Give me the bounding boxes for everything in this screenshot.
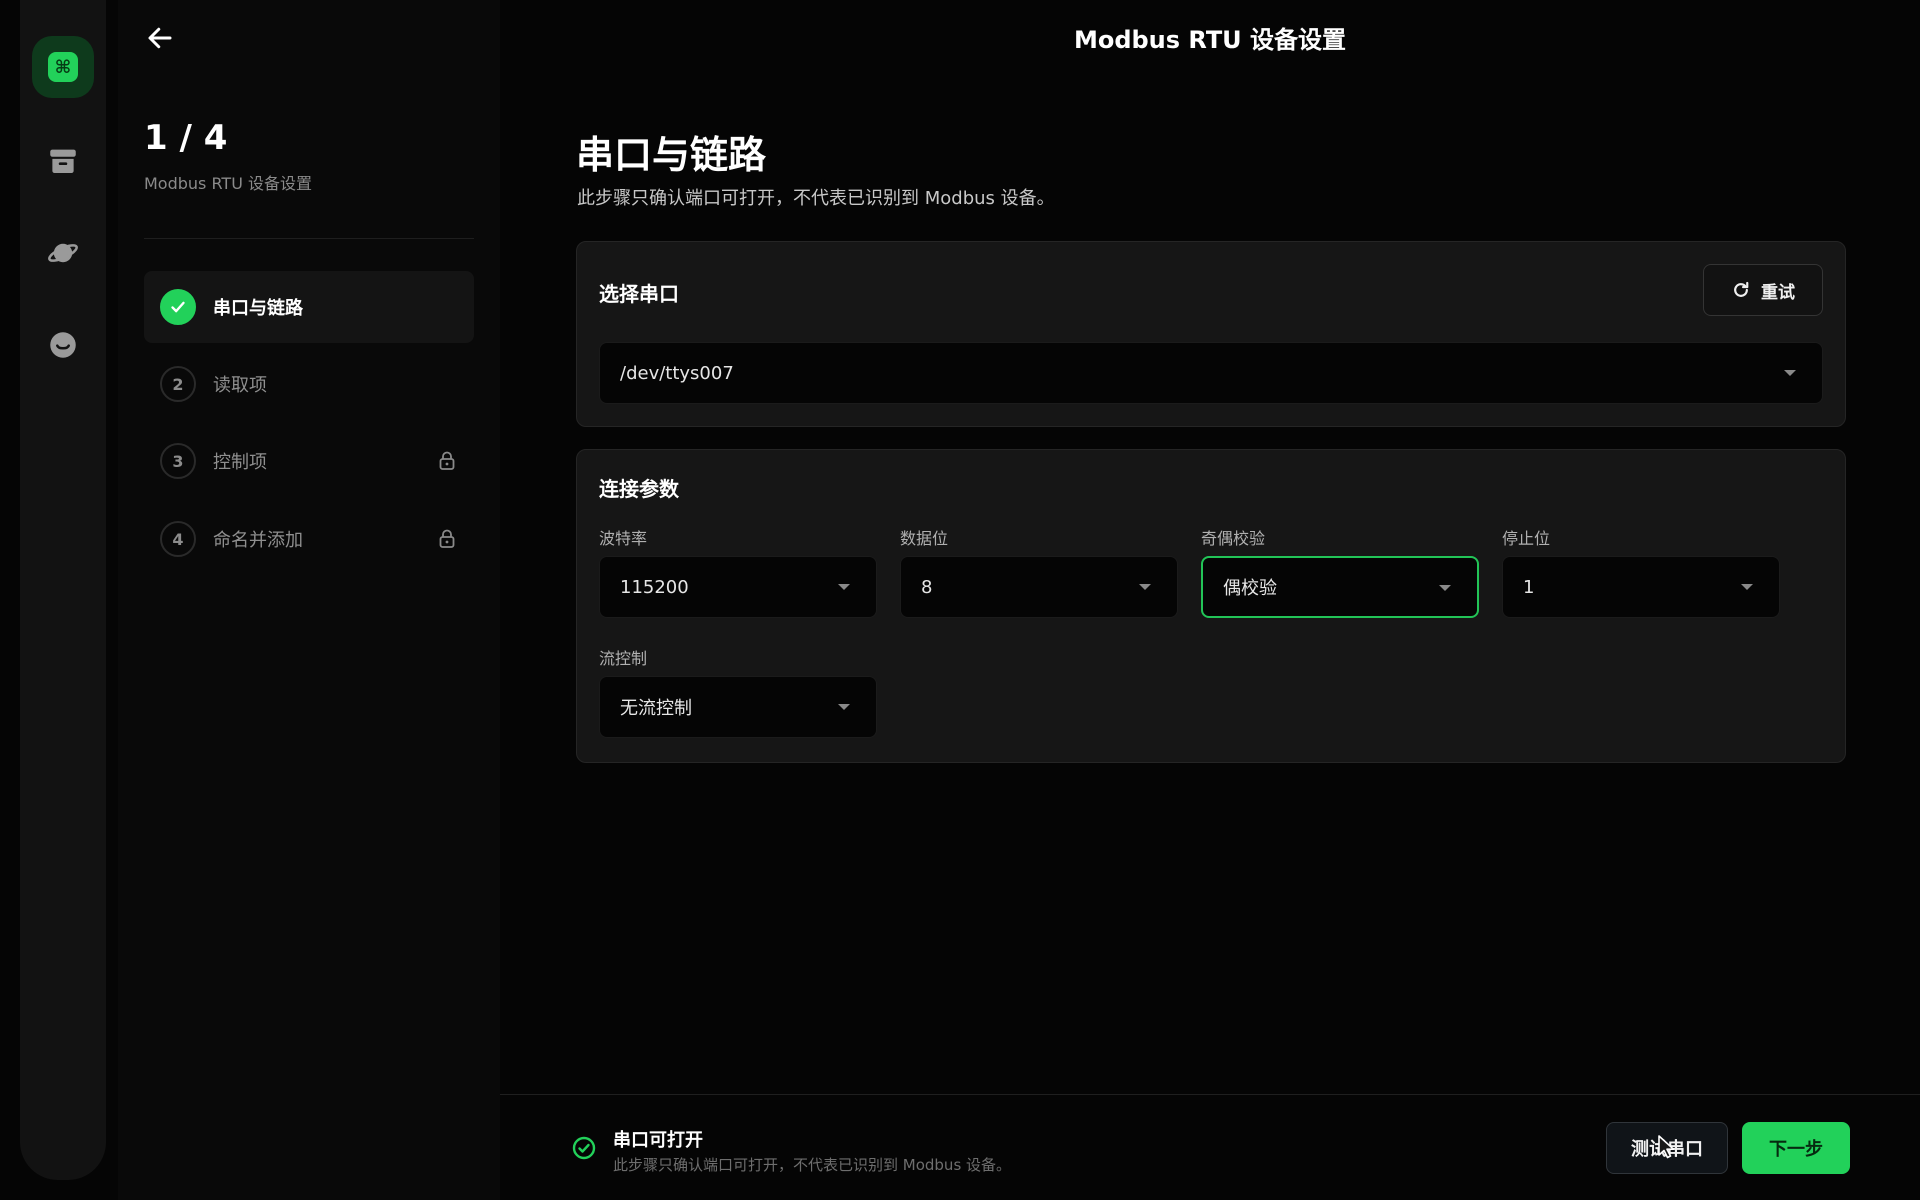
params-card: 连接参数 波特率 115200 数据位 8 奇偶校验 偶校验 停止位 1 流控制…: [576, 449, 1846, 763]
rail-archive-button[interactable]: [32, 130, 94, 192]
retry-button[interactable]: 重试: [1703, 264, 1823, 316]
step-progress: 1 / 4: [144, 118, 228, 158]
chevron-down-icon: [1139, 584, 1151, 590]
flow-value: 无流控制: [620, 698, 692, 719]
port-select[interactable]: /dev/ttys007: [599, 342, 1823, 404]
baud-value: 115200: [620, 576, 689, 598]
lock-icon: [439, 529, 455, 548]
check-icon: [171, 301, 185, 313]
check-circle-icon: [572, 1136, 596, 1160]
mouse-cursor-icon: [1658, 1135, 1675, 1159]
baud-select[interactable]: 115200: [599, 556, 877, 618]
rail-smile-button[interactable]: [32, 314, 94, 376]
step-item-name-add[interactable]: 4 命名并添加: [144, 503, 474, 575]
planet-icon: [48, 243, 78, 263]
stop-bits-value: 1: [1523, 576, 1535, 598]
status-description: 此步骤只确认端口可打开，不代表已识别到 Modbus 设备。: [613, 1156, 1012, 1174]
refresh-icon: [1734, 281, 1749, 297]
port-select-value: /dev/ttys007: [620, 362, 734, 384]
footer-divider: [500, 1094, 1920, 1095]
rail-planet-button[interactable]: [32, 222, 94, 284]
steps-divider: [144, 238, 474, 239]
step-item-serial-link[interactable]: 串口与链路: [144, 271, 474, 343]
page-title: Modbus RTU 设备设置: [1073, 26, 1347, 54]
data-bits-label: 数据位: [900, 529, 949, 548]
chevron-down-icon: [838, 704, 850, 710]
command-icon: ⌘: [48, 52, 78, 82]
section-title: 串口与链路: [576, 133, 767, 177]
step-number: 2: [160, 366, 196, 402]
step-label: 命名并添加: [213, 530, 303, 551]
lock-icon: [439, 451, 455, 470]
section-description: 此步骤只确认端口可打开，不代表已识别到 Modbus 设备。: [577, 188, 1055, 209]
port-card-title: 选择串口: [599, 282, 679, 306]
step-item-read-items[interactable]: 2 读取项: [144, 348, 474, 420]
chevron-down-icon: [1741, 584, 1753, 590]
chevron-down-icon: [838, 584, 850, 590]
params-card-title: 连接参数: [599, 477, 679, 501]
data-bits-select[interactable]: 8: [900, 556, 1178, 618]
parity-label: 奇偶校验: [1201, 529, 1266, 548]
next-label: 下一步: [1769, 1139, 1823, 1160]
step-label: 读取项: [213, 375, 267, 396]
baud-label: 波特率: [599, 529, 648, 548]
next-button[interactable]: 下一步: [1742, 1122, 1850, 1174]
stop-bits-label: 停止位: [1502, 529, 1551, 548]
status-title: 串口可打开: [613, 1130, 703, 1151]
step-done-badge: [160, 289, 196, 325]
step-subtitle: Modbus RTU 设备设置: [144, 174, 312, 193]
smile-icon: [50, 332, 76, 358]
parity-select[interactable]: 偶校验: [1201, 556, 1479, 618]
step-label: 控制项: [213, 452, 267, 473]
rail-command-button[interactable]: ⌘: [32, 36, 94, 98]
step-number: 4: [160, 521, 196, 557]
step-item-control-items[interactable]: 3 控制项: [144, 425, 474, 497]
chevron-down-icon: [1784, 370, 1796, 376]
parity-value: 偶校验: [1223, 578, 1277, 599]
chevron-down-icon: [1439, 585, 1451, 591]
step-label: 串口与链路: [213, 298, 303, 319]
app-rail: ⌘: [20, 0, 106, 1180]
back-button[interactable]: [140, 20, 180, 56]
data-bits-value: 8: [921, 576, 933, 598]
archive-icon: [50, 149, 76, 174]
flow-label: 流控制: [599, 649, 648, 668]
step-number: 3: [160, 443, 196, 479]
flow-select[interactable]: 无流控制: [599, 676, 877, 738]
retry-label: 重试: [1761, 282, 1795, 303]
arrow-left-icon: [148, 27, 172, 49]
stop-bits-select[interactable]: 1: [1502, 556, 1780, 618]
port-card: 选择串口 重试 /dev/ttys007: [576, 241, 1846, 427]
